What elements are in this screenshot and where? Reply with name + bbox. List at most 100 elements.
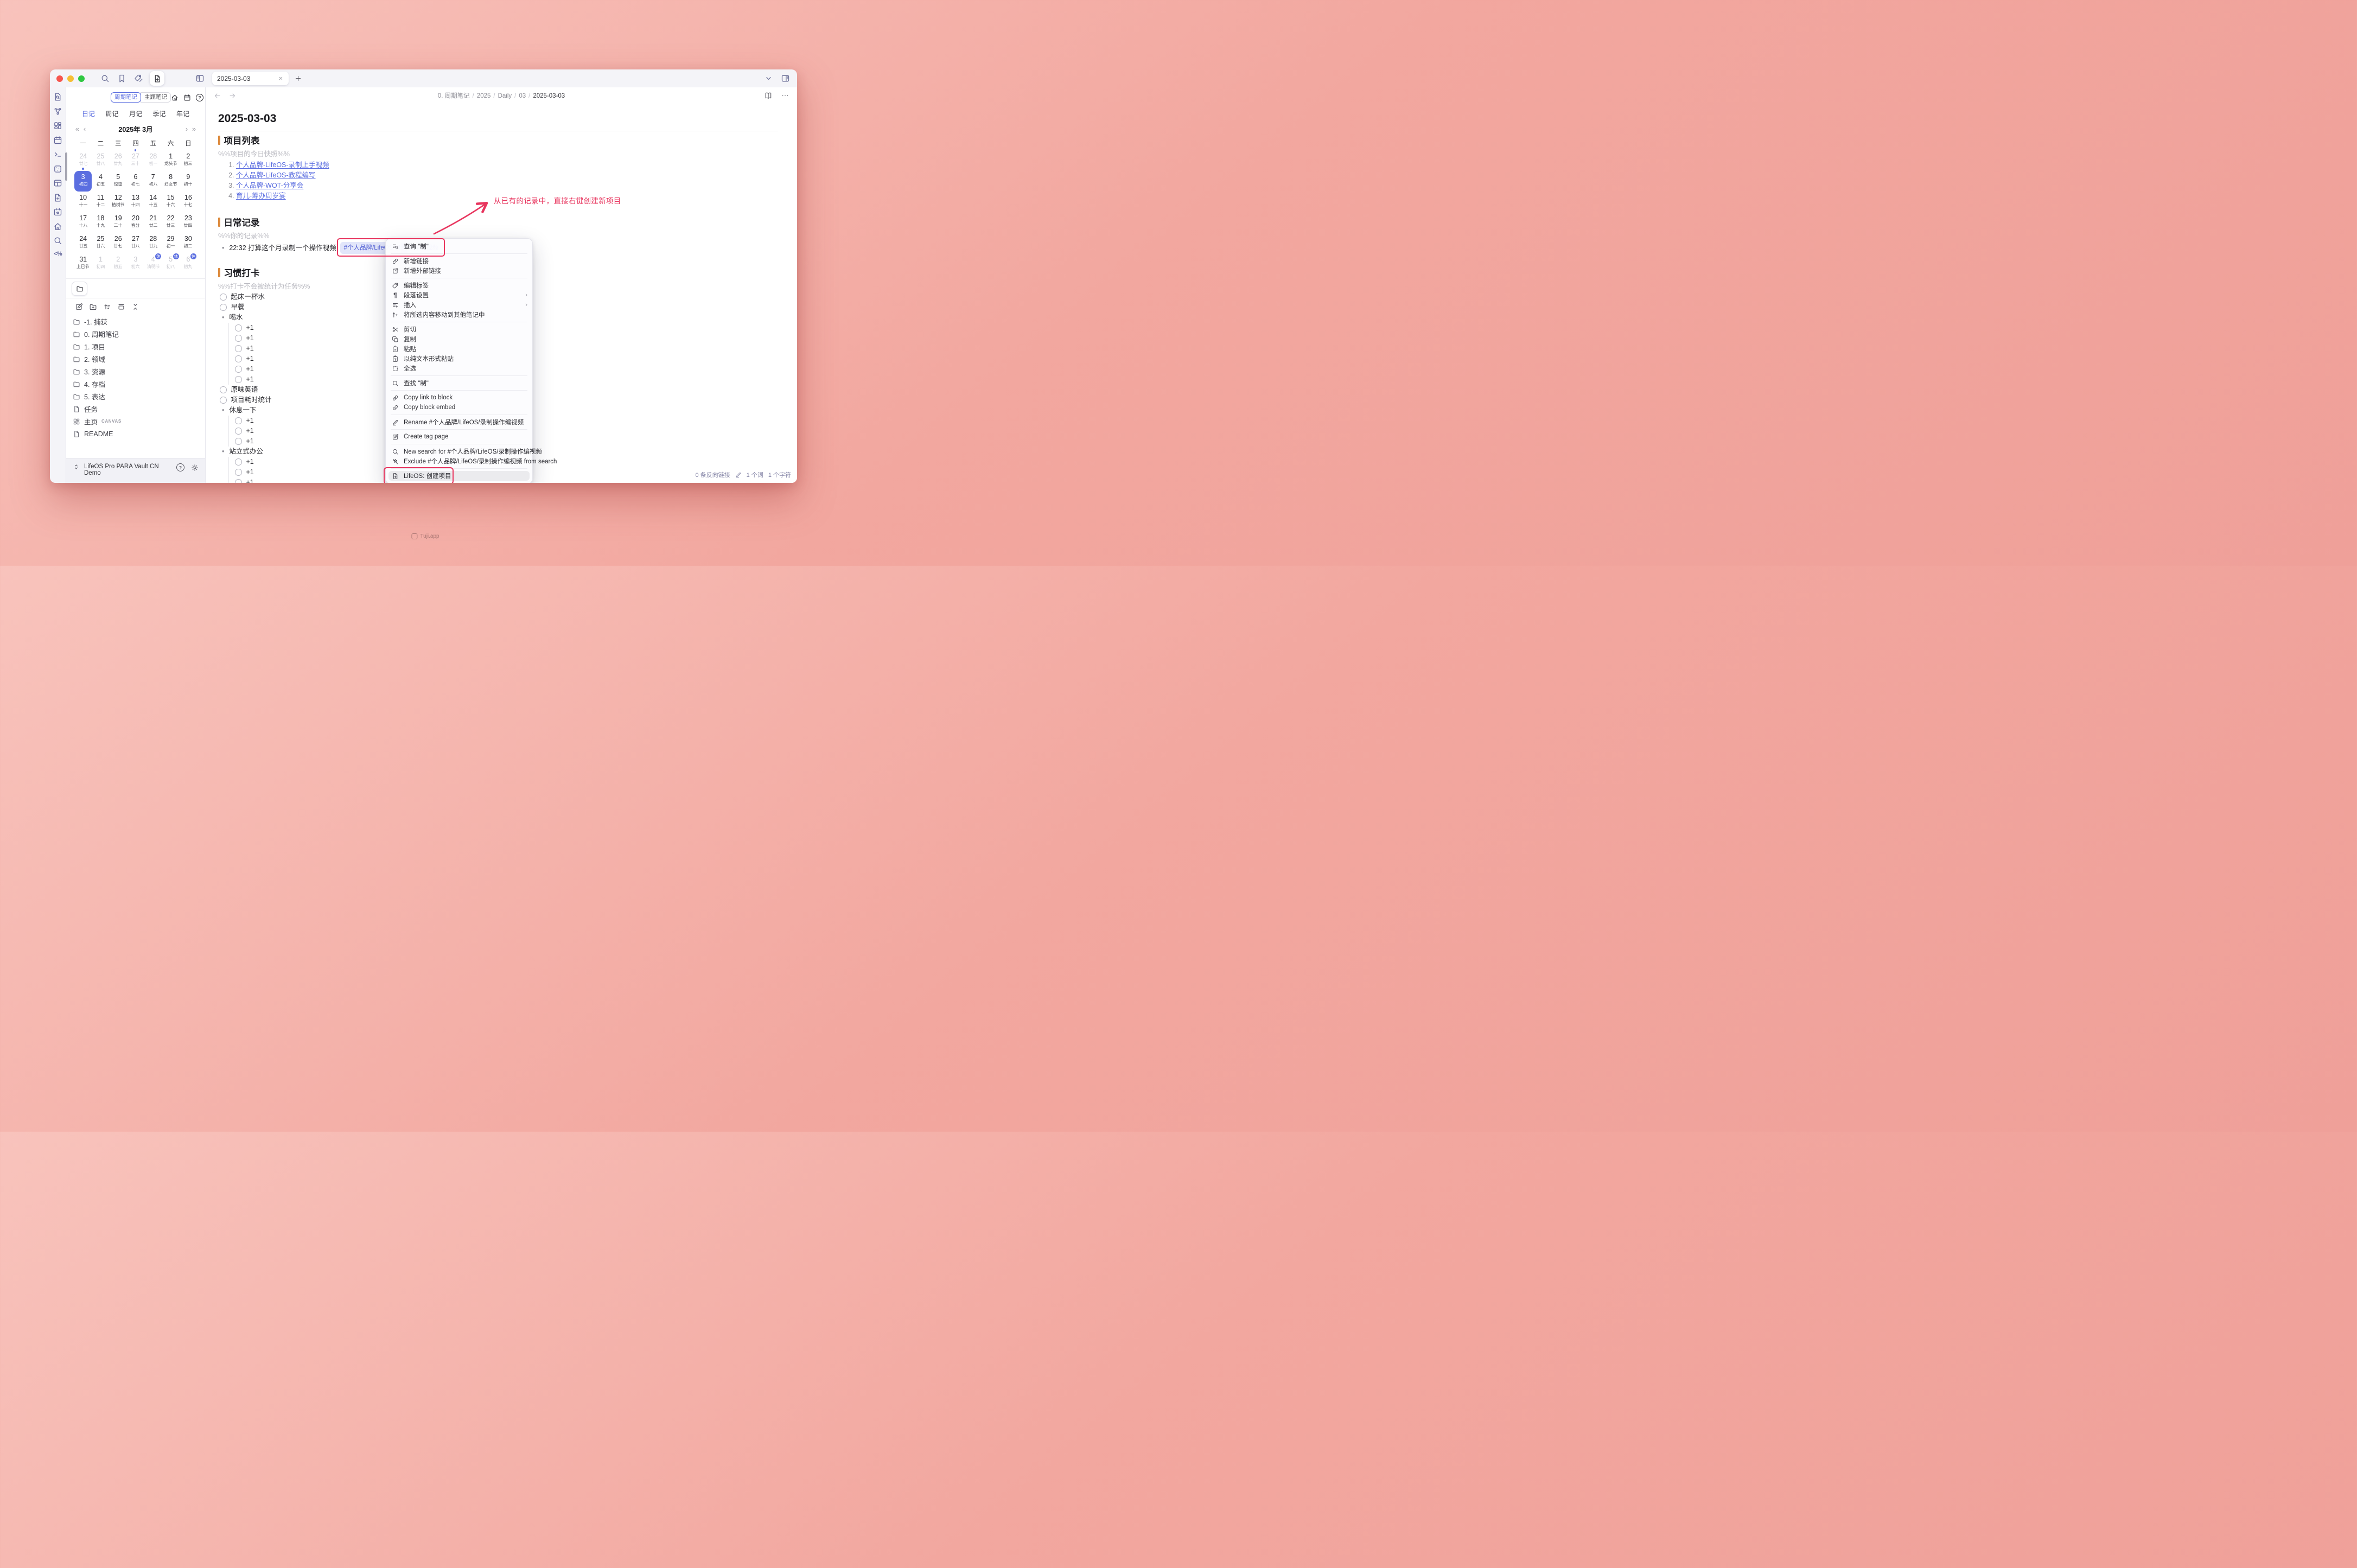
calendar-icon[interactable] — [183, 94, 191, 101]
calendar-day[interactable]: 25廿六 — [92, 233, 109, 253]
new-tab-icon[interactable] — [294, 74, 302, 82]
breadcrumb-segment[interactable]: 2025 — [477, 93, 491, 99]
tree-item[interactable]: -1. 捕获 — [69, 315, 202, 328]
calendar-day[interactable]: 26廿九 — [110, 150, 127, 171]
calendar-day[interactable]: 13十四 — [127, 192, 144, 212]
backlinks-count[interactable]: 0 条反向链接 — [695, 470, 730, 479]
calendar-day[interactable]: 18十九 — [92, 212, 109, 233]
menu-item[interactable]: 新增链接 — [386, 256, 532, 266]
calendar-day[interactable]: 31上巳节 — [74, 253, 92, 274]
period-tab-季记[interactable]: 季记 — [152, 109, 165, 118]
checkbox-icon[interactable] — [220, 397, 227, 404]
period-tab-日记[interactable]: 日记 — [82, 109, 95, 118]
checkbox-icon[interactable] — [235, 376, 242, 383]
calendar-day[interactable]: 12植树节 — [110, 192, 127, 212]
calendar-day[interactable]: 17十八 — [74, 212, 92, 233]
menu-item[interactable]: 查找 "制" — [386, 378, 532, 388]
search-icon[interactable] — [53, 236, 62, 245]
calendar-day[interactable]: 1龙头节 — [162, 150, 179, 171]
calendar-day[interactable]: 2初五 — [110, 253, 127, 274]
calendar-day[interactable]: 7初八 — [144, 171, 162, 192]
checkbox-icon[interactable] — [235, 345, 242, 352]
checkbox-icon[interactable] — [235, 479, 242, 483]
checkbox-icon[interactable] — [235, 458, 242, 466]
menu-item[interactable]: 编辑标签 — [386, 281, 532, 290]
templater-icon[interactable]: <% — [54, 251, 61, 257]
checkbox-icon[interactable] — [235, 335, 242, 342]
calendar-day[interactable]: 23廿四 — [180, 212, 197, 233]
project-link[interactable]: 育儿-筹办周岁宴 — [236, 192, 286, 200]
breadcrumb-segment[interactable]: 2025-03-03 — [533, 93, 565, 99]
calendar-day[interactable]: 休5初八 — [162, 253, 179, 274]
tags-icon[interactable] — [134, 74, 143, 83]
mode-tab[interactable]: 周期笔记 — [111, 92, 141, 103]
menu-item[interactable]: New search for #个人品牌/LifeOS/录制操作编视频 — [386, 447, 532, 456]
calendar-day[interactable]: 15十六 — [162, 192, 179, 212]
calendar-day[interactable]: 29初一 — [162, 233, 179, 253]
menu-item[interactable]: 以纯文本形式粘贴 — [386, 354, 532, 364]
home-icon[interactable] — [53, 222, 62, 231]
menu-item[interactable]: 全选 — [386, 364, 532, 373]
help-icon[interactable]: ? — [196, 94, 203, 101]
calendar-day[interactable]: 16十七 — [180, 192, 197, 212]
checkbox-icon[interactable] — [235, 469, 242, 476]
menu-item[interactable]: 新增外部链接 — [386, 266, 532, 276]
calendar-day[interactable]: 11十二 — [92, 192, 109, 212]
checkbox-icon[interactable] — [235, 355, 242, 362]
calendar-day[interactable]: 3初六 — [127, 253, 144, 274]
new-note-icon[interactable] — [75, 303, 83, 311]
breadcrumb-segment[interactable]: 0. 周期笔记 — [438, 93, 470, 99]
checkbox-icon[interactable] — [220, 294, 227, 301]
period-tab-月记[interactable]: 月记 — [129, 109, 142, 118]
calendar-day[interactable]: 19二十 — [110, 212, 127, 233]
checkbox-icon[interactable] — [235, 324, 242, 332]
rail-scrollbar-thumb[interactable] — [65, 152, 67, 181]
tree-item[interactable]: README — [69, 428, 202, 440]
project-link[interactable]: 个人品牌-LifeOS-录制上手视频 — [236, 161, 329, 169]
calendar-day[interactable]: 30初二 — [180, 233, 197, 253]
close-tab-icon[interactable] — [278, 75, 284, 81]
menu-item[interactable]: 剪切 — [386, 324, 532, 334]
tab-2025-03-03[interactable]: 2025-03-03 — [212, 72, 289, 85]
right-panel-toggle-icon[interactable] — [781, 74, 790, 83]
calendar-day[interactable]: 休4清明节 — [144, 253, 162, 274]
breadcrumb-segment[interactable]: Daily — [498, 93, 512, 99]
calendar-day[interactable]: 5惊蛰 — [110, 171, 127, 192]
back-icon[interactable] — [213, 92, 221, 100]
sidebar-toggle-icon[interactable] — [195, 74, 205, 83]
menu-item[interactable]: Copy link to block — [386, 393, 532, 403]
graph-icon[interactable] — [53, 107, 62, 116]
menu-item[interactable]: LifeOS: 创建项目 — [388, 471, 530, 481]
bookmark-icon[interactable] — [117, 74, 126, 83]
checkbox-icon[interactable] — [235, 428, 242, 435]
menu-item[interactable]: Create tag page — [386, 432, 532, 442]
tree-item[interactable]: 0. 周期笔记 — [69, 328, 202, 340]
new-note-button[interactable] — [150, 71, 164, 86]
reading-mode-icon[interactable] — [764, 91, 773, 100]
file-plus-icon[interactable] — [53, 193, 62, 202]
collapse-all-icon[interactable] — [131, 303, 139, 311]
calendar-day[interactable]: 22廿三 — [162, 212, 179, 233]
menu-item[interactable]: Rename #个人品牌/LifeOS/录制操作编视频 — [386, 417, 532, 427]
menu-item[interactable]: Exclude #个人品牌/LifeOS/录制操作编视频 from search — [386, 456, 532, 466]
calendar-heart-icon[interactable] — [53, 207, 62, 216]
calendar-day[interactable]: 27三十 — [127, 150, 144, 171]
tree-item[interactable]: 任务 — [69, 403, 202, 415]
calendar-day[interactable]: 21廿二 — [144, 212, 162, 233]
next-year-button[interactable]: » — [190, 125, 198, 133]
period-tab-年记[interactable]: 年记 — [176, 109, 189, 118]
checkbox-icon[interactable] — [235, 366, 242, 373]
project-link[interactable]: 个人品牌-WOT-分享会 — [236, 182, 303, 189]
sort-icon[interactable] — [103, 303, 111, 311]
maximize-window-button[interactable] — [78, 75, 85, 82]
calendar-day[interactable]: 休6初九 — [180, 253, 197, 274]
tree-item[interactable]: 主页CANVAS — [69, 415, 202, 428]
more-options-icon[interactable] — [781, 91, 789, 100]
forward-icon[interactable] — [228, 92, 237, 100]
settings-gear-icon[interactable] — [191, 464, 199, 471]
new-folder-icon[interactable] — [89, 303, 97, 311]
next-month-button[interactable]: › — [183, 125, 190, 133]
breadcrumb-segment[interactable]: 03 — [519, 93, 526, 99]
calendar-day[interactable]: 26廿七 — [110, 233, 127, 253]
calendar-day[interactable]: 28廿九 — [144, 233, 162, 253]
